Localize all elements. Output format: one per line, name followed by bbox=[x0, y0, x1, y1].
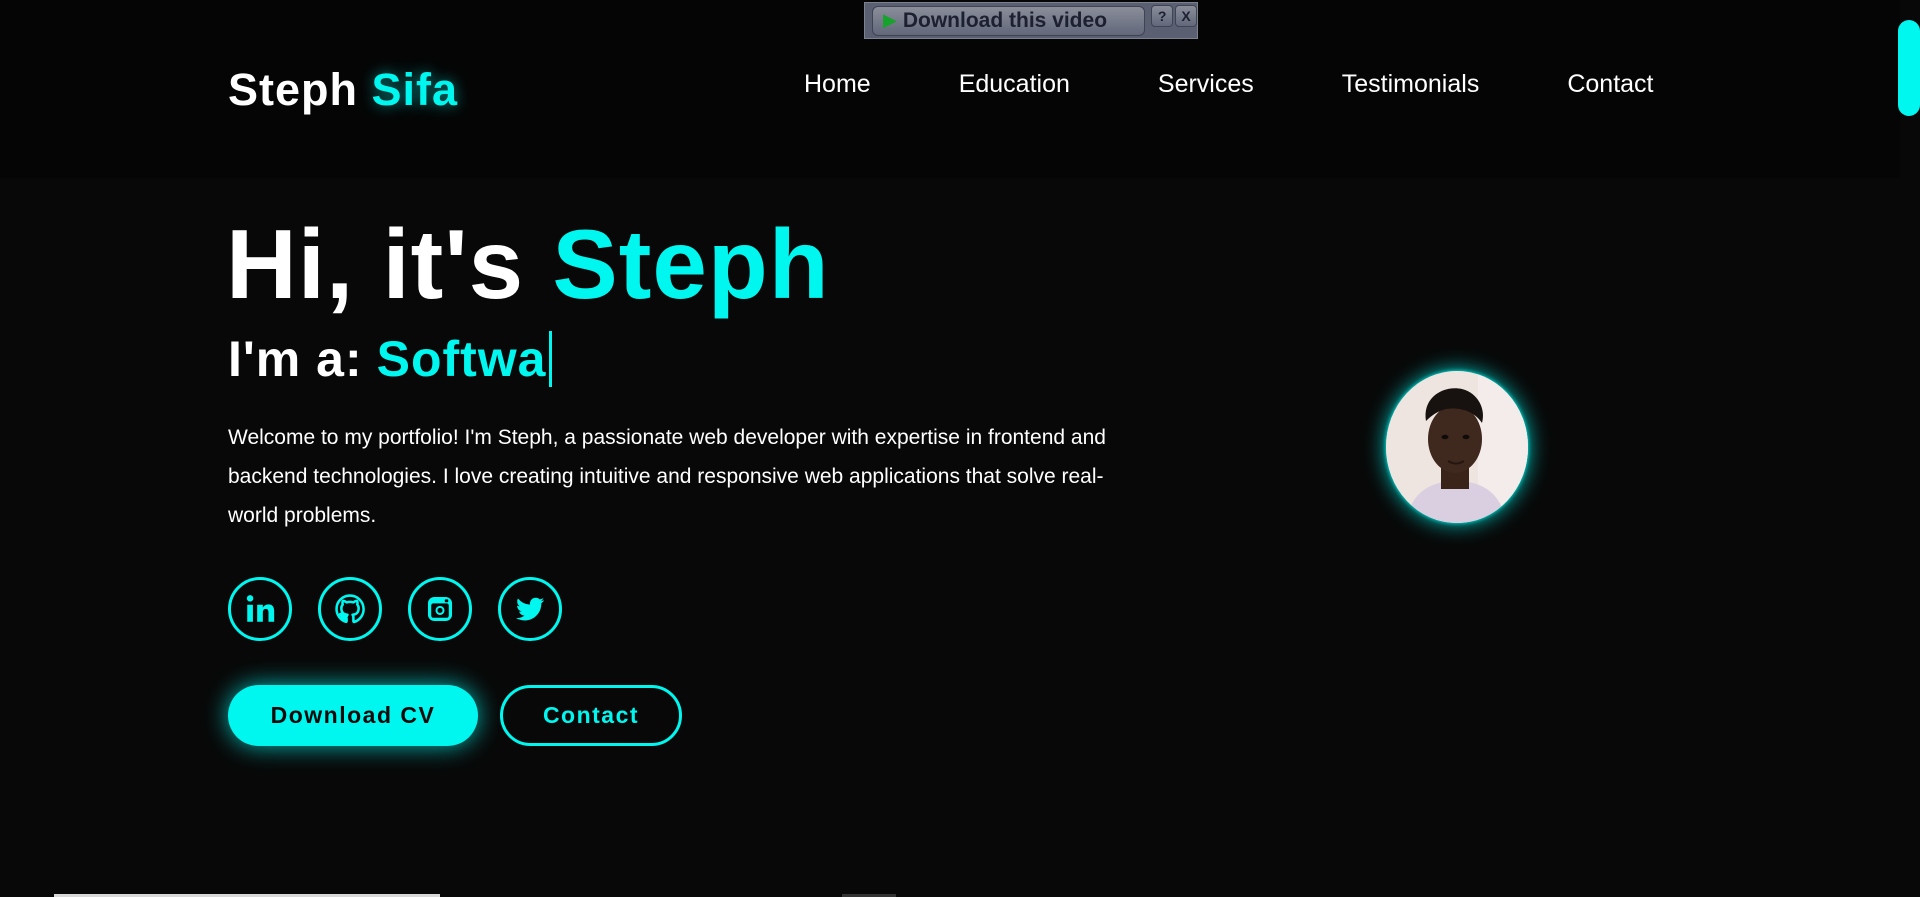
nav-contact[interactable]: Contact bbox=[1567, 70, 1653, 99]
download-cv-button[interactable]: Download CV bbox=[228, 685, 478, 746]
video-download-toolbar: ▶ Download this video ? X bbox=[864, 2, 1198, 39]
twitter-icon bbox=[515, 597, 545, 621]
github-link[interactable] bbox=[318, 577, 382, 641]
download-video-label: Download this video bbox=[902, 8, 1108, 32]
scrollbar-thumb[interactable] bbox=[1898, 20, 1920, 116]
linkedin-link[interactable] bbox=[228, 577, 292, 641]
role-typed-text: Softwa bbox=[376, 331, 547, 387]
github-icon bbox=[335, 594, 365, 624]
hero-name: Steph bbox=[552, 209, 830, 319]
instagram-link[interactable] bbox=[408, 577, 472, 641]
main-nav: Home Education Services Testimonials Con… bbox=[804, 70, 1654, 99]
portfolio-page: Steph Sifa Home Education Services Testi… bbox=[0, 0, 1920, 897]
twitter-link[interactable] bbox=[498, 577, 562, 641]
linkedin-icon bbox=[246, 595, 275, 622]
site-logo[interactable]: Steph Sifa bbox=[228, 64, 458, 116]
intro-paragraph: Welcome to my portfolio! I'm Steph, a pa… bbox=[228, 426, 1106, 527]
typing-caret bbox=[548, 331, 552, 387]
hero-actions: Download CV Contact bbox=[228, 685, 682, 746]
contact-button[interactable]: Contact bbox=[500, 685, 682, 746]
logo-first-name: Steph bbox=[228, 64, 359, 115]
instagram-icon bbox=[427, 596, 453, 622]
logo-last-name: Sifa bbox=[371, 64, 459, 115]
social-links bbox=[228, 577, 562, 641]
close-button[interactable]: X bbox=[1175, 4, 1197, 27]
nav-education[interactable]: Education bbox=[959, 70, 1070, 99]
play-icon: ▶ bbox=[883, 10, 897, 30]
profile-avatar bbox=[1386, 371, 1528, 523]
profile-photo bbox=[1386, 371, 1528, 523]
nav-services[interactable]: Services bbox=[1158, 70, 1254, 99]
hero-greeting: Hi, it's bbox=[226, 209, 525, 319]
download-video-button[interactable]: ▶ Download this video bbox=[872, 5, 1146, 36]
role-prefix: I'm a: bbox=[228, 331, 363, 387]
nav-testimonials[interactable]: Testimonials bbox=[1342, 70, 1480, 99]
help-button[interactable]: ? bbox=[1151, 4, 1174, 27]
nav-home[interactable]: Home bbox=[804, 70, 871, 99]
hero-title: Hi, it's Steph bbox=[226, 208, 830, 321]
hero-role: I'm a: Softwa bbox=[228, 330, 552, 388]
